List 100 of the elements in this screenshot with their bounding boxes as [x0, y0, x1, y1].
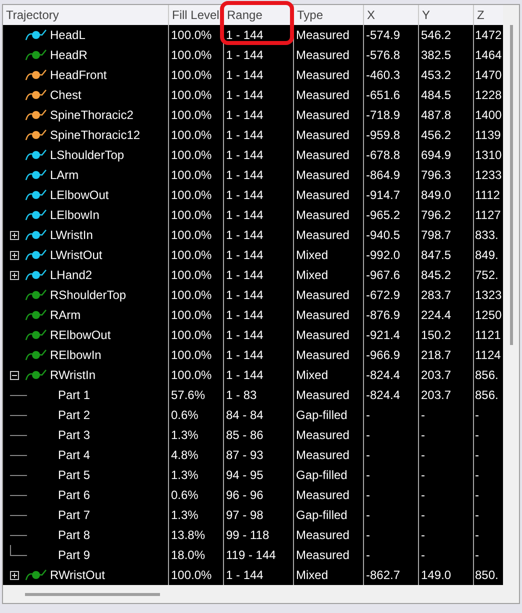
- z-cell-text: 856.: [474, 367, 500, 384]
- fill-level-cell: 57.6%: [169, 385, 224, 405]
- x-cell: -824.4: [364, 365, 419, 385]
- x-cell: -678.8: [364, 145, 419, 165]
- trajectory-name[interactable]: LElbowIn: [50, 208, 100, 222]
- y-cell: 798.7: [419, 225, 474, 245]
- y-cell: 203.7: [419, 385, 474, 405]
- z-cell-text: -: [474, 467, 480, 484]
- y-cell: -: [419, 445, 474, 465]
- type-cell: Measured: [294, 545, 364, 565]
- type-cell: Mixed: [294, 245, 364, 265]
- z-cell-text: 1400: [474, 107, 503, 124]
- range-cell: 1 - 144: [224, 245, 294, 265]
- range-cell: 1 - 144: [224, 305, 294, 325]
- trajectory-name[interactable]: RWristIn: [50, 368, 96, 382]
- trajectory-name[interactable]: SpineThoracic2: [50, 108, 134, 122]
- range-cell: 1 - 144: [224, 45, 294, 65]
- y-cell: 453.2: [419, 65, 474, 85]
- type-cell: Measured: [294, 65, 364, 85]
- trajectory-name[interactable]: LWristIn: [50, 228, 93, 242]
- type-cell: Gap-filled: [294, 465, 364, 485]
- fill-level-cell: 1.3%: [169, 425, 224, 445]
- range-cell: 119 - 144: [224, 545, 294, 565]
- trajectory-name[interactable]: RArm: [50, 308, 81, 322]
- y-cell: 796.2: [419, 205, 474, 225]
- z-cell-text: 1112: [474, 187, 501, 204]
- trajectory-name[interactable]: LShoulderTop: [50, 148, 124, 162]
- z-cell-text: -: [474, 427, 480, 444]
- z-cell-text: -: [474, 487, 480, 504]
- x-cell: -: [364, 405, 419, 425]
- x-cell: -651.6: [364, 85, 419, 105]
- x-cell: -: [364, 445, 419, 465]
- trajectory-name[interactable]: LWristOut: [50, 248, 102, 262]
- z-cell-text: 1250: [474, 307, 503, 324]
- type-cell: Measured: [294, 85, 364, 105]
- z-cell-text: 752.: [474, 267, 500, 284]
- range-cell: 1 - 144: [224, 65, 294, 85]
- y-cell: -: [419, 425, 474, 445]
- expand-icon[interactable]: [10, 250, 18, 260]
- fill-level-cell: 18.0%: [169, 545, 224, 565]
- expand-icon[interactable]: [10, 270, 18, 280]
- expand-icon[interactable]: [10, 570, 18, 580]
- x-cell: -876.9: [364, 305, 419, 325]
- y-cell: 796.3: [419, 165, 474, 185]
- expand-icon[interactable]: [10, 230, 18, 240]
- column-header[interactable]: Y: [419, 5, 474, 25]
- fill-level-cell: 100.0%: [169, 225, 224, 245]
- fill-level-cell: 0.6%: [169, 485, 224, 505]
- x-cell: -824.4: [364, 385, 419, 405]
- trajectory-name[interactable]: HeadFront: [50, 68, 107, 82]
- column-header[interactable]: Z: [474, 5, 503, 25]
- tree-line: [10, 414, 27, 416]
- y-cell: 484.5: [419, 85, 474, 105]
- column-header[interactable]: X: [364, 5, 419, 25]
- x-cell: -576.8: [364, 45, 419, 65]
- range-cell: 1 - 144: [224, 565, 294, 585]
- column-header[interactable]: Type: [294, 5, 364, 25]
- column-header[interactable]: Fill Level: [169, 5, 224, 25]
- x-cell: -914.7: [364, 185, 419, 205]
- column-header[interactable]: Range: [224, 5, 294, 25]
- z-cell-text: -: [474, 547, 480, 564]
- collapse-icon[interactable]: [10, 370, 18, 380]
- fill-level-cell: 4.8%: [169, 445, 224, 465]
- z-cell-text: 1139: [474, 127, 502, 144]
- part-name: Part 2: [58, 408, 90, 422]
- fill-level-cell: 100.0%: [169, 345, 224, 365]
- x-cell: -: [364, 505, 419, 525]
- range-cell: 1 - 144: [224, 125, 294, 145]
- trajectory-name[interactable]: LHand2: [50, 268, 92, 282]
- type-cell: Measured: [294, 325, 364, 345]
- part-name: Part 4: [58, 448, 90, 462]
- tree-line: [10, 454, 27, 456]
- tree-line: [10, 494, 27, 496]
- z-cell-text: 1470: [474, 67, 503, 84]
- y-cell: 546.2: [419, 25, 474, 45]
- tree-line: [10, 514, 27, 516]
- trajectory-name[interactable]: RElbowOut: [50, 328, 111, 342]
- trajectory-name[interactable]: RWristOut: [50, 568, 105, 582]
- y-cell: -: [419, 485, 474, 505]
- z-cell-text: 849.: [474, 247, 500, 264]
- part-name: Part 5: [58, 468, 90, 482]
- trajectory-name[interactable]: HeadL: [50, 28, 86, 42]
- trajectory-name[interactable]: RElbowIn: [50, 348, 102, 362]
- range-cell: 1 - 144: [224, 145, 294, 165]
- trajectory-name[interactable]: LElbowOut: [50, 188, 109, 202]
- fill-level-cell: 1.3%: [169, 465, 224, 485]
- range-cell: 99 - 118: [224, 525, 294, 545]
- fill-level-cell: 100.0%: [169, 125, 224, 145]
- column-header[interactable]: Trajectory: [3, 5, 169, 25]
- trajectory-name[interactable]: RShoulderTop: [50, 288, 126, 302]
- y-cell: 849.0: [419, 185, 474, 205]
- trajectory-name[interactable]: Chest: [50, 88, 82, 102]
- y-cell: -: [419, 405, 474, 425]
- trajectory-name[interactable]: SpineThoracic12: [50, 128, 140, 142]
- x-cell: -: [364, 465, 419, 485]
- type-cell: Measured: [294, 305, 364, 325]
- part-name: Part 7: [58, 508, 90, 522]
- trajectory-name[interactable]: HeadR: [50, 48, 88, 62]
- range-cell: 96 - 96: [224, 485, 294, 505]
- trajectory-name[interactable]: LArm: [50, 168, 79, 182]
